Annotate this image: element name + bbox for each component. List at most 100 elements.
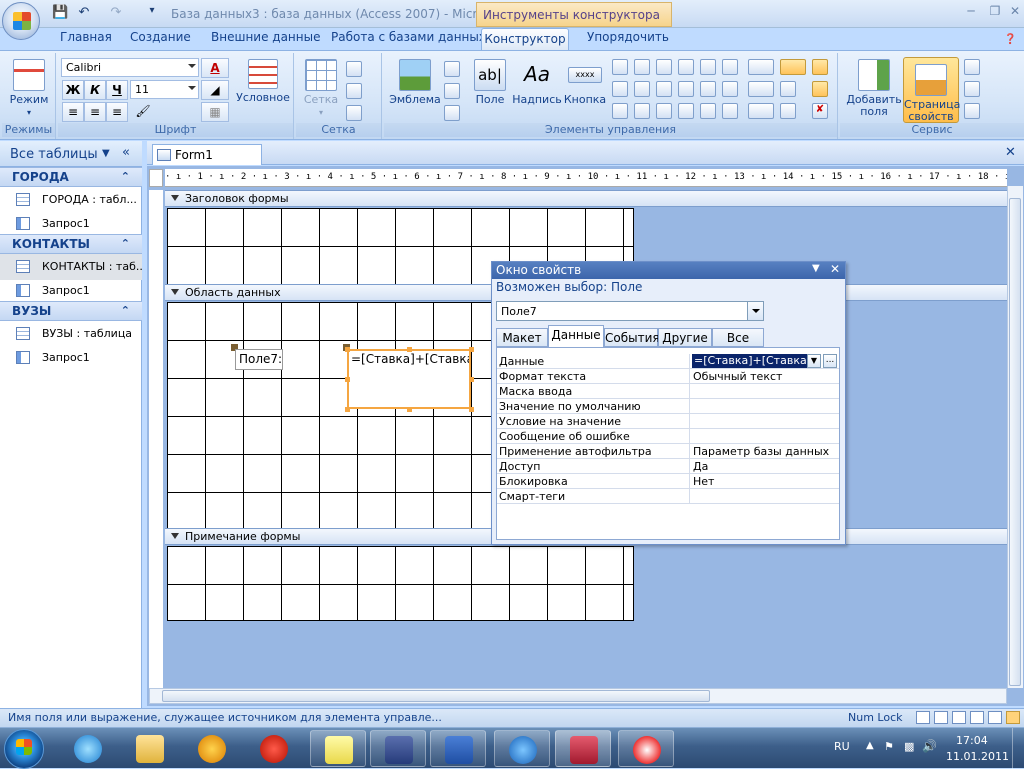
property-row[interactable]: Значение по умолчанию [497,399,839,414]
help-taskbar-button[interactable] [494,730,550,767]
tab-all[interactable]: Все [712,328,764,347]
add-fields-button[interactable]: Добавить поля [844,59,904,118]
property-sheet-close-icon[interactable]: ✕ [830,262,840,276]
control-selector[interactable]: Поле7 [496,301,764,321]
tab-create[interactable]: Создание [130,30,191,44]
property-sheet-button[interactable]: Страница свойств [903,57,960,123]
nav-item-contacts-table[interactable]: КОНТАКТЫ : таб... [0,254,142,280]
tab-data[interactable]: Данные [548,325,604,347]
view-button[interactable]: Режим ▾ [6,59,52,119]
nav-header[interactable]: Все таблицы ▼ « [0,141,142,167]
vertical-scrollbar[interactable] [1007,186,1023,688]
activex-icon[interactable]: ✘ [812,103,828,119]
clock-time[interactable]: 17:04 [956,734,988,747]
property-value[interactable]: Нет [693,475,714,488]
layout-view-icon[interactable] [988,711,1002,724]
start-button[interactable] [4,729,44,769]
chart-icon[interactable] [722,59,738,75]
option-button-icon[interactable] [656,103,672,119]
property-row[interactable]: Блокировка Нет [497,474,839,489]
control-wizards-icon[interactable] [812,81,828,97]
line-control-icon[interactable] [780,103,796,119]
property-icon[interactable] [780,81,796,97]
hyperlink-icon[interactable] [678,103,694,119]
volume-icon[interactable]: 🔊 [922,739,937,753]
property-row[interactable]: Данные =[Ставка]+[Ставка] ▼... [497,354,839,369]
office-button[interactable] [2,2,40,40]
form-selector[interactable] [149,169,163,187]
line-color-grid-icon[interactable] [346,105,362,121]
align-center-icon[interactable]: ≡ [84,102,106,122]
tab-home[interactable]: Главная [60,30,112,44]
tab-control-icon[interactable] [612,81,628,97]
resize-handle[interactable] [345,407,350,412]
nav-group-universities[interactable]: ВУЗЫ ⌃ [0,301,142,321]
property-value[interactable]: Обычный текст [693,370,782,383]
checkbox-icon[interactable] [656,81,672,97]
bound-object-icon[interactable] [700,59,716,75]
clock-date[interactable]: 11.01.2011 [946,750,1009,763]
select-pointer-icon[interactable] [812,59,828,75]
restore-icon[interactable]: ❐ [984,4,1006,20]
subform-icon[interactable] [612,103,628,119]
gridlines-button[interactable]: Сетка ▾ [300,59,342,119]
close-document-icon[interactable]: ✕ [1005,145,1016,160]
resize-handle[interactable] [407,347,412,352]
toggle-button-icon[interactable] [678,59,694,75]
line-color-control-icon[interactable] [748,103,774,119]
line-type-icon[interactable] [346,83,362,99]
align-right-icon[interactable]: ≡ [106,102,128,122]
fill-color-icon[interactable]: ◢ [201,80,229,100]
seven-taskbar-icon[interactable] [192,730,232,767]
tab-arrange[interactable]: Упорядочить [587,30,669,44]
web-browser-icon[interactable] [722,103,738,119]
ie-taskbar-icon[interactable] [68,730,108,767]
bold-button[interactable]: Ж [62,80,84,100]
nav-group-contacts[interactable]: КОНТАКТЫ ⌃ [0,234,142,254]
line-color-icon[interactable]: ▦ [201,102,229,122]
language-indicator[interactable]: RU [834,740,850,753]
resize-handle[interactable] [345,377,350,382]
redo-icon[interactable]: ↷ [106,5,126,21]
nav-item-query1-universities[interactable]: Запрос1 [0,345,142,371]
tab-layout[interactable]: Макет [496,328,548,347]
pivot-chart-view-icon[interactable] [970,711,984,724]
text-box-control[interactable]: =[Ставка]+[Ставка] [347,349,471,409]
snipping-tool-taskbar-button[interactable] [618,730,674,767]
font-size-combo[interactable]: 11 [130,80,199,99]
tab-order-icon[interactable] [964,59,980,75]
attachment-icon[interactable] [722,81,738,97]
nav-item-cities-table[interactable]: ГОРОДА : табл... [0,187,142,213]
network-icon[interactable]: ▩ [904,740,914,753]
design-view-icon[interactable] [1006,711,1020,724]
vertical-scroll-thumb[interactable] [1009,198,1021,686]
app-ladybug-taskbar-icon[interactable] [254,730,294,767]
undo-icon[interactable]: ↶ [74,5,94,21]
line-type-control-icon[interactable] [748,81,774,97]
access-taskbar-button[interactable] [555,730,611,767]
line-thickness-icon[interactable] [346,61,362,77]
image-icon[interactable] [678,81,694,97]
line-thickness-control-icon[interactable] [748,59,774,75]
format-painter-icon[interactable]: 🖌 [132,102,154,122]
close-icon[interactable]: ✕ [1004,4,1024,20]
title-icon[interactable] [444,61,460,77]
save-icon[interactable]: 💾 [52,5,68,21]
resize-handle[interactable] [407,407,412,412]
property-row[interactable]: Доступ Да [497,459,839,474]
customize-qat-icon[interactable]: ▾ [146,5,158,21]
help-icon[interactable]: ❓ [1004,34,1016,45]
property-row[interactable]: Формат текста Обычный текст [497,369,839,384]
text-box-button[interactable]: ab| Поле [470,59,510,106]
explorer-taskbar-icon[interactable] [130,730,170,767]
property-row[interactable]: Применение автофильтра Параметр базы данн… [497,444,839,459]
show-hidden-icons-icon[interactable]: ▲ [866,740,874,751]
italic-button[interactable]: К [84,80,106,100]
word-taskbar-button[interactable] [430,730,486,767]
align-left-icon[interactable]: ≡ [62,102,84,122]
command-button[interactable]: xxxx Кнопка [562,59,608,106]
resize-handle[interactable] [469,347,474,352]
page-break-icon[interactable] [700,103,716,119]
option-group-icon[interactable] [634,81,650,97]
property-value[interactable]: Да [693,460,708,473]
